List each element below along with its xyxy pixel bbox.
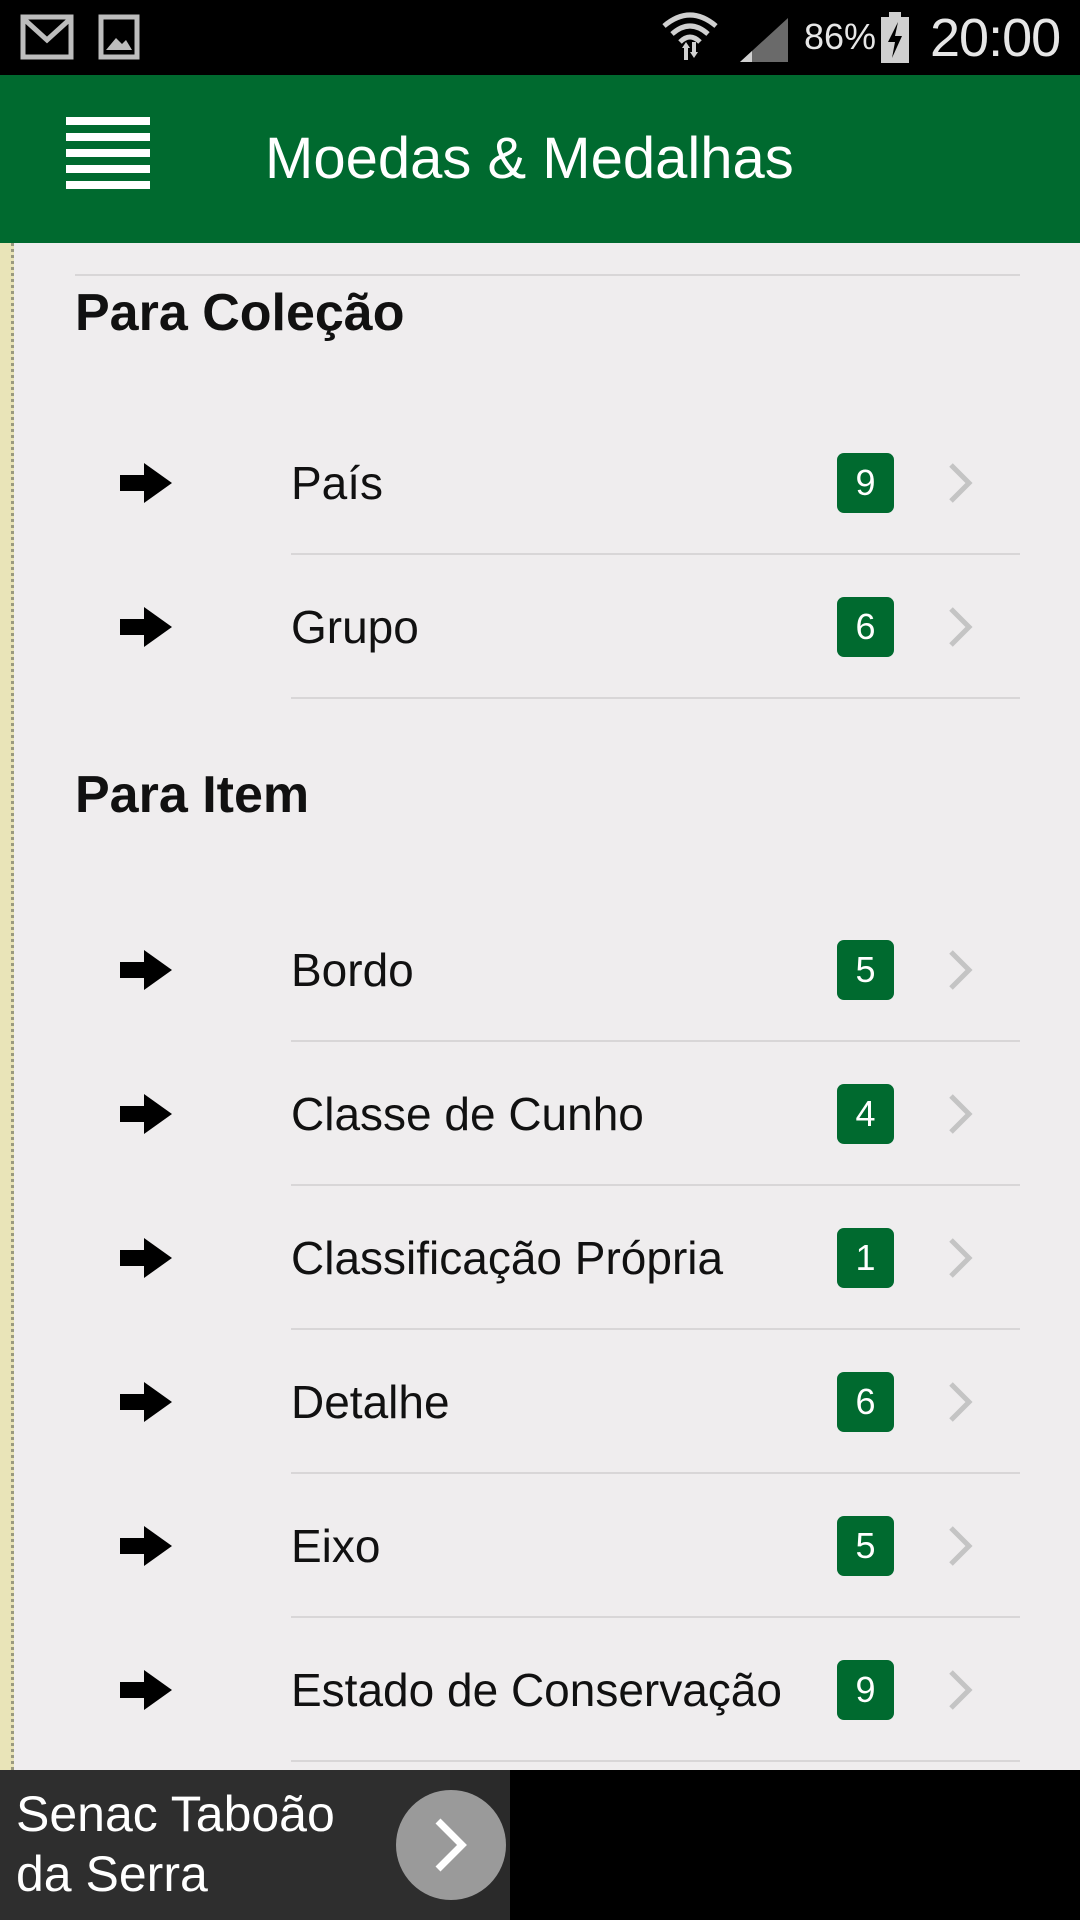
count-badge: 6: [837, 597, 894, 657]
section-header-item: Para Item: [75, 766, 310, 824]
count-badge: 5: [837, 940, 894, 1000]
app-title: Moedas & Medalhas: [265, 126, 794, 191]
divider: [75, 274, 1020, 276]
list-item-label: Detalhe: [291, 1376, 450, 1428]
wifi-icon: [662, 12, 718, 60]
count-badge: 9: [837, 1660, 894, 1720]
arrow-right-icon: [120, 607, 172, 647]
count-badge: 4: [837, 1084, 894, 1144]
ad-link[interactable]: Senac Taboão da Serra: [0, 1770, 450, 1920]
arrow-right-icon: [120, 463, 172, 503]
clock: 20:00: [930, 8, 1061, 68]
count-badge: 6: [837, 1372, 894, 1432]
list-item-label: País: [291, 457, 384, 509]
main-content[interactable]: Para Coleção País 9 Grupo 6 Para Item Bo…: [0, 243, 1080, 1770]
list-item-label: Grupo: [291, 601, 419, 653]
battery-percentage: 86%: [804, 16, 877, 57]
divider: [291, 697, 1020, 699]
chevron-right-icon: [435, 1818, 467, 1872]
chevron-right-icon: [949, 1094, 973, 1134]
arrow-right-icon: [120, 1526, 172, 1566]
list-item-detalhe[interactable]: Detalhe 6: [0, 1330, 1080, 1474]
list-item-eixo[interactable]: Eixo 5: [0, 1474, 1080, 1618]
chevron-right-icon: [949, 607, 973, 647]
list-item-classificacao-propria[interactable]: Classificação Própria 1: [0, 1186, 1080, 1330]
gmail-icon: [20, 14, 74, 60]
list-item-label: Classe de Cunho: [291, 1088, 644, 1140]
status-bar: 86% 20:00: [0, 0, 1080, 75]
list-item-label: Classificação Própria: [291, 1232, 724, 1284]
gallery-icon: [98, 14, 140, 60]
list-item-estado-de-conservacao[interactable]: Estado de Conservação 9: [0, 1618, 1080, 1762]
list-item-label: Estado de Conservação: [291, 1664, 782, 1716]
count-badge: 1: [837, 1228, 894, 1288]
arrow-right-icon: [120, 1382, 172, 1422]
list-item-classe-de-cunho[interactable]: Classe de Cunho 4: [0, 1042, 1080, 1186]
list-item-grupo[interactable]: Grupo 6: [0, 555, 1080, 699]
section-header-colecao: Para Coleção: [75, 284, 405, 342]
chevron-right-icon: [949, 1238, 973, 1278]
arrow-right-icon: [120, 950, 172, 990]
ad-open-button[interactable]: [396, 1790, 506, 1900]
app-bar: Moedas & Medalhas: [0, 75, 1080, 243]
chevron-right-icon: [949, 1670, 973, 1710]
battery-charging-icon: [881, 12, 909, 63]
ad-text: Senac Taboão da Serra: [16, 1786, 335, 1902]
ad-banner: Senac Taboão da Serra: [0, 1770, 1080, 1920]
signal-icon: [740, 18, 788, 62]
list-item-label: Bordo: [291, 944, 414, 996]
list-item-bordo[interactable]: Bordo 5: [0, 898, 1080, 1042]
list-item-pais[interactable]: País 9: [0, 411, 1080, 555]
count-badge: 9: [837, 453, 894, 513]
arrow-right-icon: [120, 1094, 172, 1134]
menu-button[interactable]: [56, 117, 156, 201]
chevron-right-icon: [949, 463, 973, 503]
count-badge: 5: [837, 1516, 894, 1576]
chevron-right-icon: [949, 1382, 973, 1422]
chevron-right-icon: [949, 1526, 973, 1566]
list-item-label: Eixo: [291, 1520, 381, 1572]
arrow-right-icon: [120, 1238, 172, 1278]
divider: [291, 1760, 1020, 1762]
arrow-right-icon: [120, 1670, 172, 1710]
chevron-right-icon: [949, 950, 973, 990]
